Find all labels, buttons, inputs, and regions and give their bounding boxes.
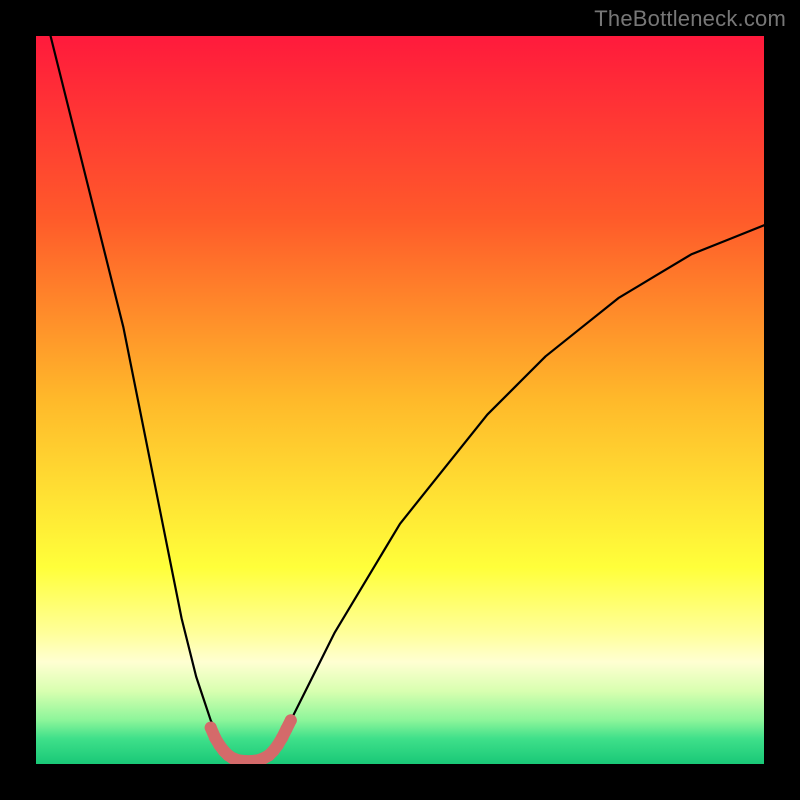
watermark-text: TheBottleneck.com xyxy=(594,6,786,32)
chart-background xyxy=(36,36,764,764)
chart-frame: TheBottleneck.com xyxy=(0,0,800,800)
highlight-segment xyxy=(286,720,290,729)
chart-svg xyxy=(36,36,764,764)
